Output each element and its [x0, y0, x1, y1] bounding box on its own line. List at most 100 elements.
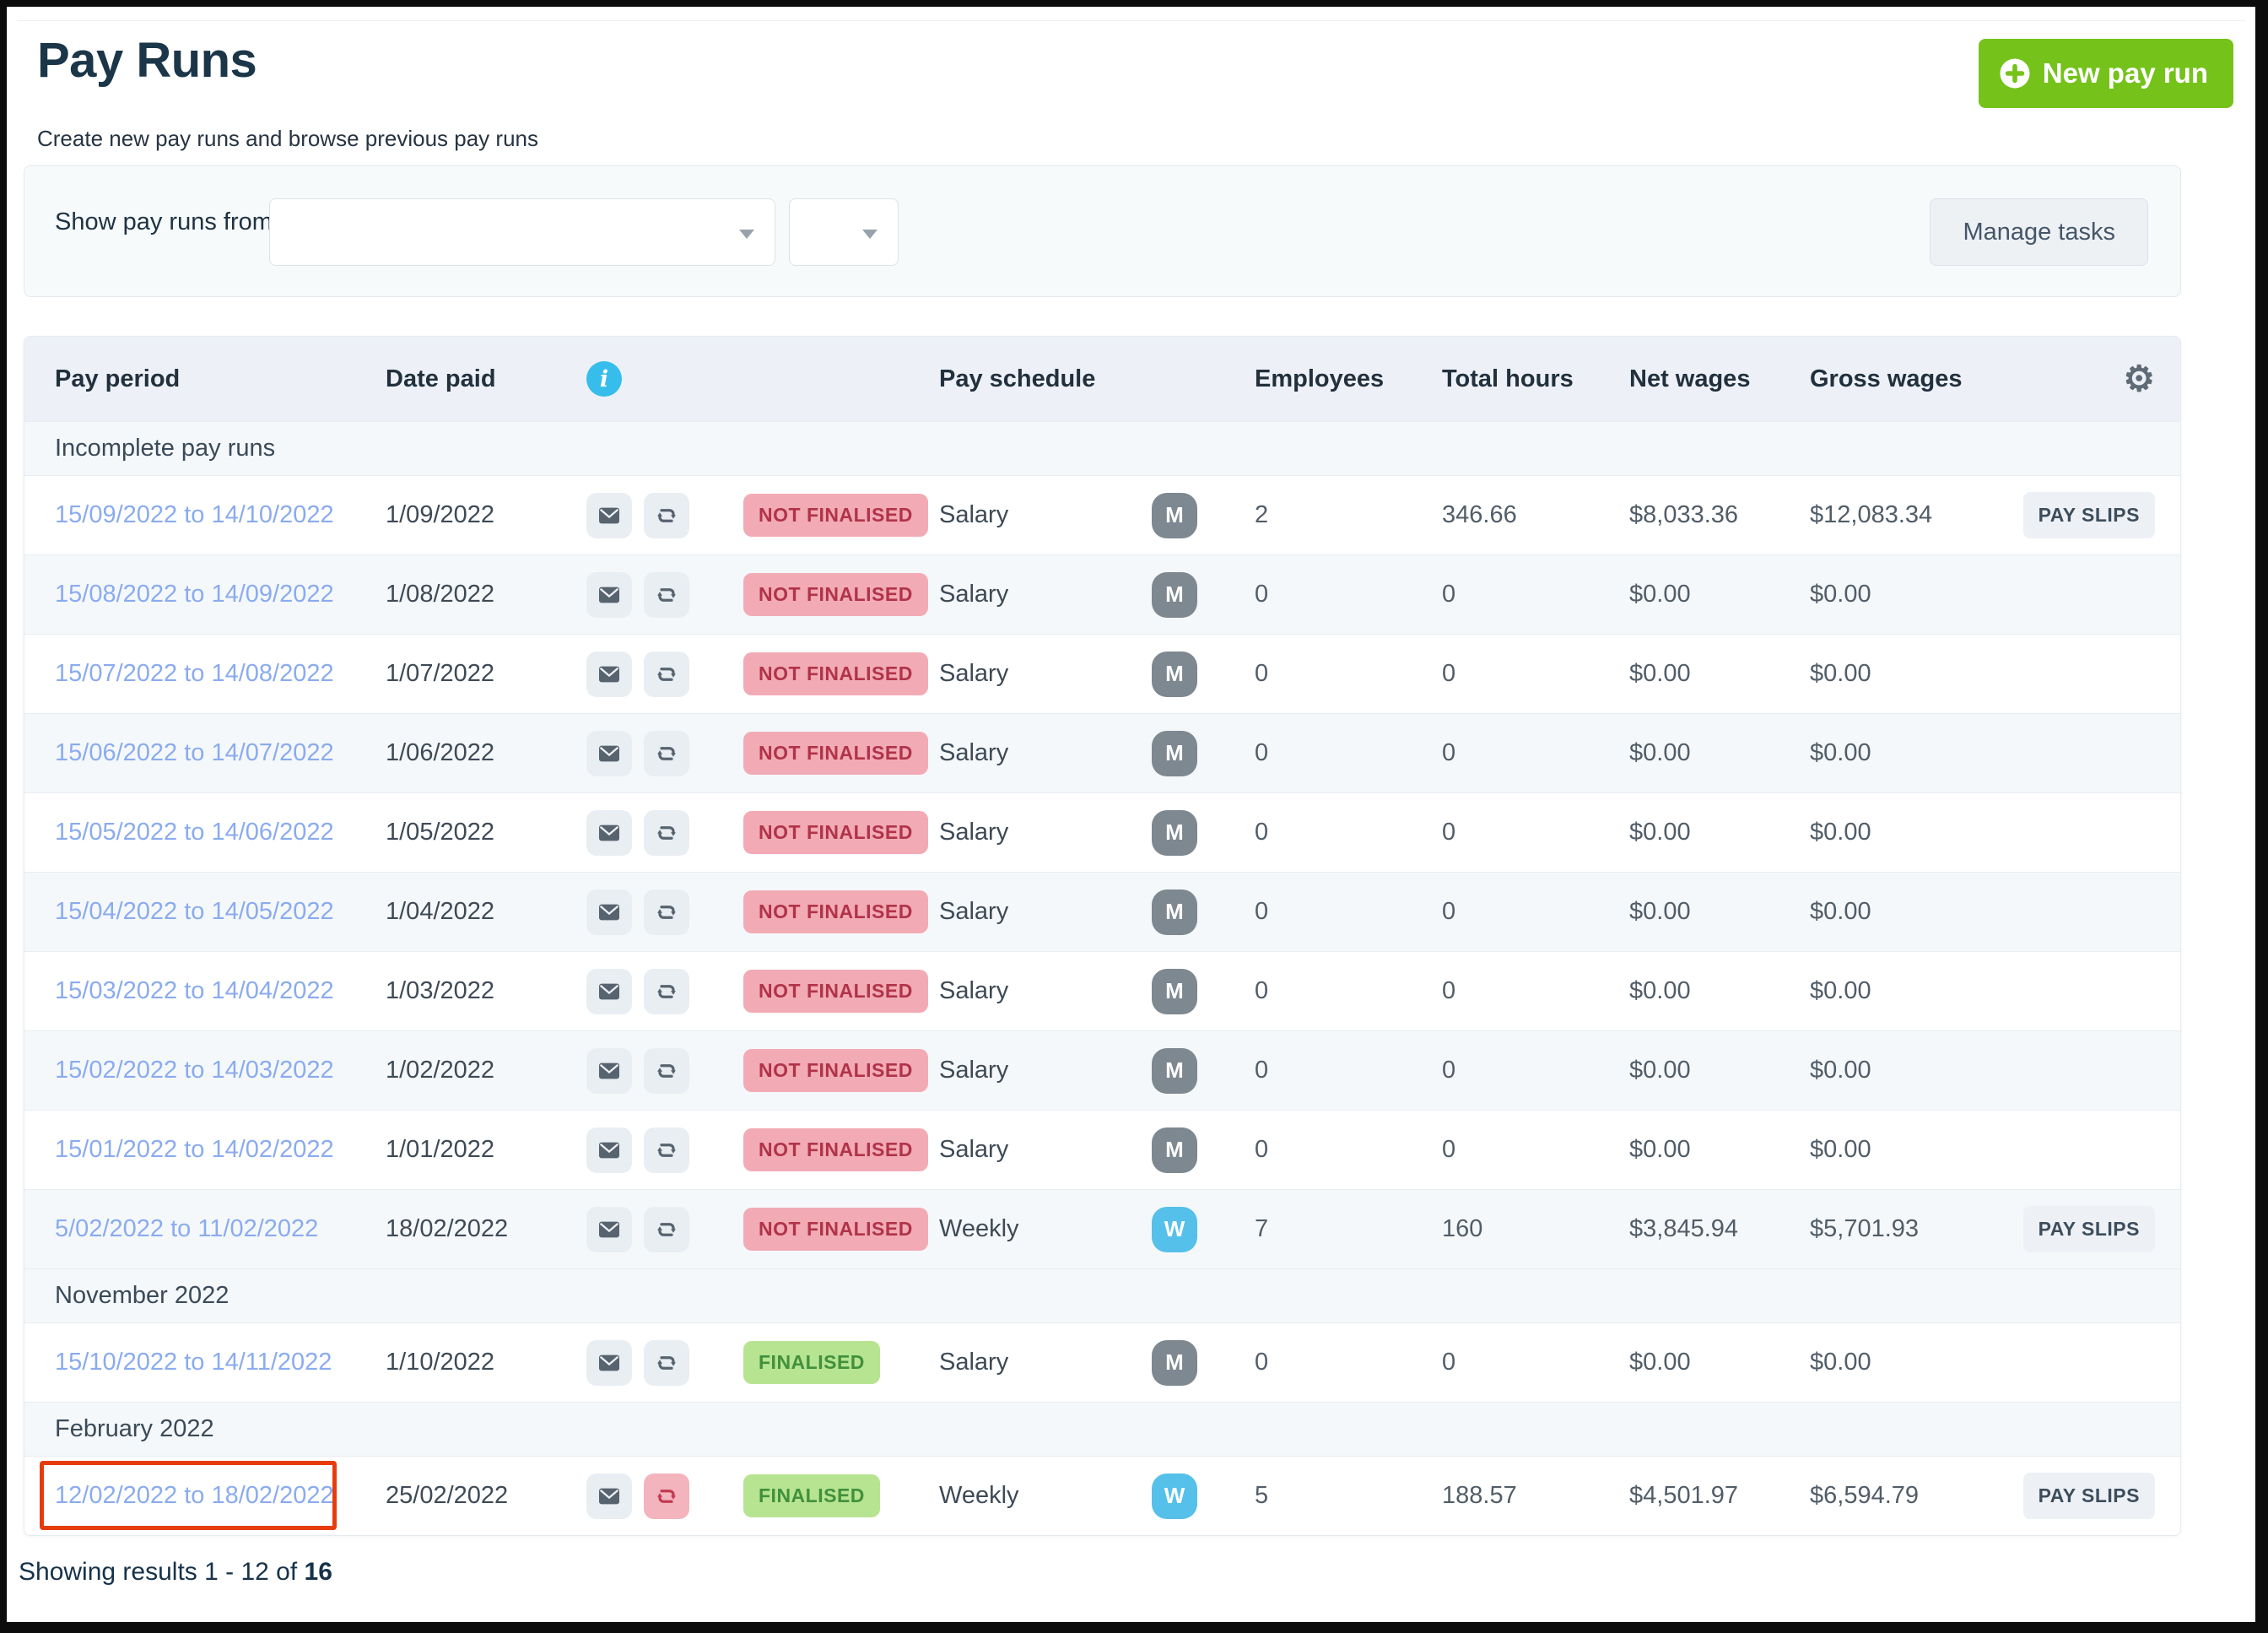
employees-value: 0 — [1255, 1349, 1269, 1376]
gear-icon[interactable]: ⚙ — [2123, 361, 2155, 397]
refresh-icon[interactable] — [644, 571, 689, 618]
pay-slips-button[interactable]: PAY SLIPS — [2022, 1473, 2155, 1519]
date-paid-cell: 1/01/2022 — [386, 1136, 586, 1164]
employees-value: 0 — [1255, 898, 1269, 925]
employees-cell: 0 — [1255, 739, 1442, 767]
pay-period-link[interactable]: 15/04/2022 to 14/05/2022 — [55, 898, 334, 925]
refresh-icon[interactable] — [644, 492, 689, 538]
pay-runs-table: Pay period Date paid i Pay schedule Empl… — [24, 336, 2181, 1536]
row-end-cell: PAY SLIPS — [2021, 492, 2180, 538]
pay-runs-page: Pay Runs New pay run Create new pay runs… — [7, 7, 2255, 1622]
gross-wages-cell: $0.00 — [1810, 739, 2021, 767]
pay-schedule-value: Salary — [939, 739, 1009, 766]
table-row: 15/01/2022 to 14/02/2022 1/01/2022 NOT FIN… — [24, 1110, 2180, 1189]
envelope-icon[interactable] — [586, 968, 632, 1014]
new-pay-run-button[interactable]: New pay run — [1978, 39, 2233, 108]
total-hours-cell: 0 — [1442, 1349, 1629, 1376]
total-hours-value: 0 — [1442, 1349, 1456, 1376]
envelope-icon[interactable] — [586, 1127, 632, 1173]
row-actions-cell — [586, 809, 743, 856]
envelope-icon[interactable] — [586, 1206, 632, 1252]
net-wages-cell: $0.00 — [1629, 819, 1810, 846]
pay-period-link[interactable]: 15/01/2022 to 14/02/2022 — [55, 1136, 334, 1163]
row-actions-cell — [586, 730, 743, 776]
schedule-frequency-badge: M — [1152, 889, 1197, 935]
envelope-icon[interactable] — [586, 571, 632, 618]
envelope-icon[interactable] — [586, 809, 632, 856]
date-paid-value: 1/03/2022 — [386, 977, 495, 1004]
schedule-badge-cell: M — [1152, 809, 1255, 856]
envelope-icon[interactable] — [586, 1047, 632, 1094]
pay-slips-button[interactable]: PAY SLIPS — [2022, 492, 2155, 538]
refresh-icon[interactable] — [644, 1127, 689, 1173]
total-hours-value: 0 — [1442, 1136, 1456, 1163]
chevron-down-icon — [739, 230, 754, 239]
pay-period-link[interactable]: 15/05/2022 to 14/06/2022 — [55, 819, 334, 846]
pay-period-link[interactable]: 5/02/2022 to 11/02/2022 — [55, 1215, 318, 1242]
status-cell: NOT FINALISED — [743, 1128, 939, 1171]
refresh-icon[interactable] — [644, 968, 689, 1014]
pay-runs-from-select[interactable] — [269, 198, 775, 266]
status-badge: NOT FINALISED — [743, 652, 928, 695]
net-wages-cell: $0.00 — [1629, 1349, 1810, 1376]
schedule-badge-cell: W — [1152, 1473, 1255, 1519]
schedule-badge-cell: M — [1152, 968, 1255, 1014]
refresh-icon[interactable] — [644, 1206, 689, 1252]
pay-schedule-value: Salary — [939, 1136, 1009, 1163]
refresh-icon[interactable] — [644, 1047, 689, 1094]
total-hours-cell: 346.66 — [1442, 501, 1629, 529]
refresh-icon[interactable] — [644, 889, 689, 935]
section-label: Incomplete pay runs — [24, 421, 2180, 475]
net-wages-value: $0.00 — [1629, 1349, 1691, 1376]
results-summary: Showing results 1 - 12 of 16 — [19, 1558, 332, 1587]
header-net-wages: Net wages — [1629, 365, 1751, 392]
pay-period-link[interactable]: 15/02/2022 to 14/03/2022 — [55, 1057, 334, 1084]
pay-period-link[interactable]: 15/03/2022 to 14/04/2022 — [55, 977, 334, 1004]
schedule-frequency-badge: M — [1152, 651, 1197, 697]
total-hours-cell: 0 — [1442, 581, 1629, 608]
net-wages-value: $0.00 — [1629, 739, 1691, 766]
gross-wages-value: $0.00 — [1810, 1349, 1871, 1376]
pay-period-link[interactable]: 15/07/2022 to 14/08/2022 — [55, 660, 334, 687]
total-hours-cell: 0 — [1442, 1057, 1629, 1084]
envelope-icon[interactable] — [586, 889, 632, 935]
status-cell: NOT FINALISED — [743, 970, 939, 1013]
pay-schedule-value: Weekly — [939, 1215, 1019, 1242]
pay-period-link[interactable]: 12/02/2022 to 18/02/2022 — [55, 1482, 334, 1509]
refresh-icon[interactable] — [644, 809, 689, 856]
gross-wages-cell: $0.00 — [1810, 1136, 2021, 1164]
schedule-frequency-badge: M — [1152, 1339, 1197, 1386]
envelope-icon[interactable] — [586, 1339, 632, 1386]
pay-slips-button[interactable]: PAY SLIPS — [2022, 1206, 2155, 1252]
pay-period-link[interactable]: 15/08/2022 to 14/09/2022 — [55, 581, 334, 608]
manage-tasks-button[interactable]: Manage tasks — [1930, 198, 2148, 266]
refresh-icon[interactable] — [644, 1339, 689, 1386]
date-paid-cell: 18/02/2022 — [386, 1215, 586, 1243]
pay-period-cell: 15/09/2022 to 14/10/2022 — [24, 501, 386, 529]
total-hours-value: 0 — [1442, 739, 1456, 766]
employees-value: 2 — [1255, 501, 1269, 528]
envelope-icon[interactable] — [586, 1473, 632, 1519]
date-paid-cell: 25/02/2022 — [386, 1482, 586, 1510]
gross-wages-value: $0.00 — [1810, 977, 1871, 1004]
envelope-icon[interactable] — [586, 492, 632, 538]
table-body: Incomplete pay runs 15/09/2022 to 14/10/2… — [24, 421, 2180, 1535]
pay-period-link[interactable]: 15/06/2022 to 14/07/2022 — [55, 739, 334, 766]
envelope-icon[interactable] — [586, 730, 632, 776]
gross-wages-cell: $0.00 — [1810, 581, 2021, 608]
pay-period-link[interactable]: 15/09/2022 to 14/10/2022 — [55, 501, 334, 528]
envelope-icon[interactable] — [586, 651, 632, 697]
refresh-icon[interactable] — [644, 730, 689, 776]
pay-schedule-value: Salary — [939, 1057, 1009, 1084]
status-cell: NOT FINALISED — [743, 732, 939, 775]
status-cell: NOT FINALISED — [743, 811, 939, 854]
info-icon[interactable]: i — [586, 361, 622, 397]
pay-period-link[interactable]: 15/10/2022 to 14/11/2022 — [55, 1349, 332, 1376]
pay-runs-from-secondary-select[interactable] — [789, 198, 899, 266]
date-paid-value: 1/07/2022 — [386, 660, 495, 687]
total-hours-value: 160 — [1442, 1215, 1483, 1242]
row-actions-cell — [586, 571, 743, 618]
refresh-icon[interactable] — [644, 651, 689, 697]
refresh-icon[interactable] — [644, 1473, 689, 1519]
gross-wages-cell: $0.00 — [1810, 1349, 2021, 1376]
